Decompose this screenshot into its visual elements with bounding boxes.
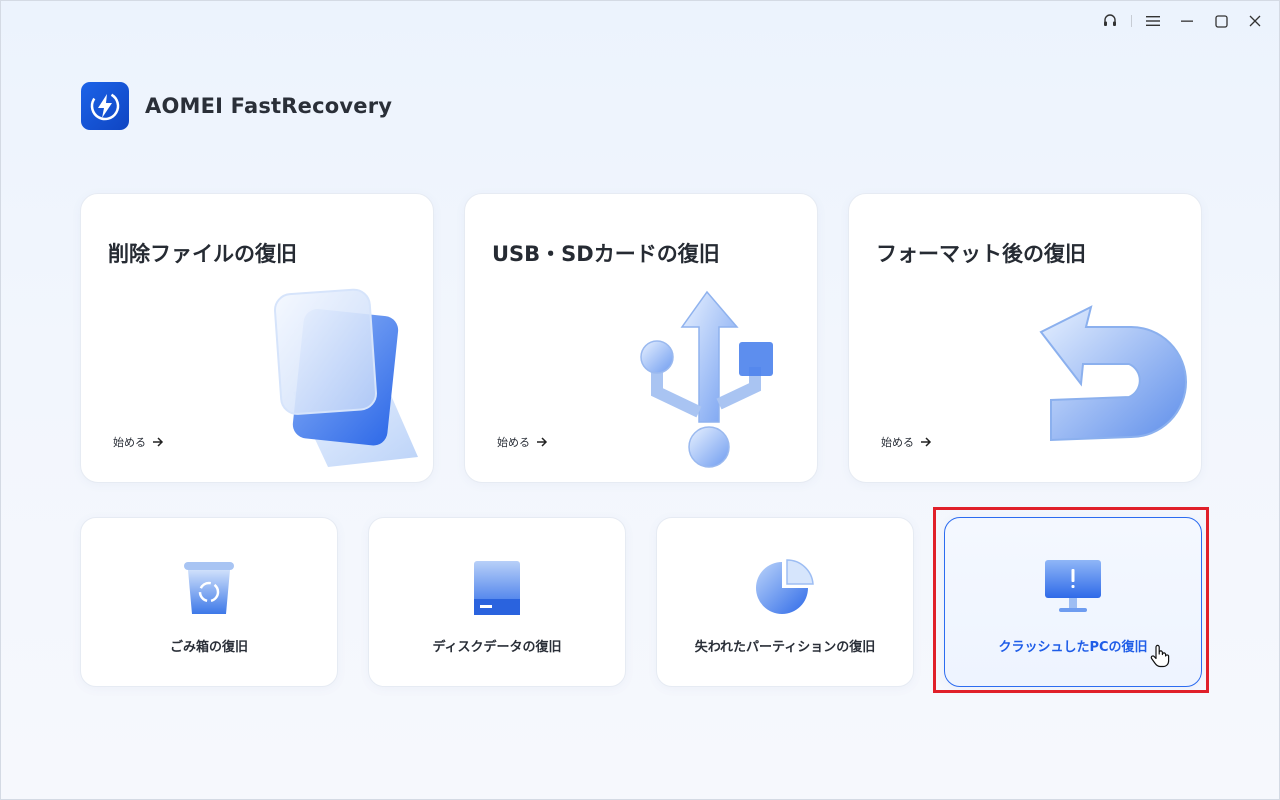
file-stack-icon — [274, 288, 418, 467]
menu-icon[interactable] — [1136, 8, 1170, 34]
window-controls — [1093, 8, 1272, 34]
pie-partition-icon — [753, 556, 817, 620]
card-title: 削除ファイルの復旧 — [108, 242, 297, 266]
control-divider — [1131, 15, 1132, 27]
start-link[interactable]: 始める — [881, 434, 932, 450]
card-lost-partition-recovery[interactable]: 失われたパーティションの復旧 — [656, 517, 914, 687]
card-title: USB・SDカードの復旧 — [492, 242, 720, 266]
maximize-icon[interactable] — [1204, 8, 1238, 34]
card-disk-data-recovery[interactable]: ディスクデータの復旧 — [368, 517, 626, 687]
card-title: フォーマット後の復旧 — [876, 242, 1086, 266]
start-label: 始める — [497, 436, 530, 449]
card-label: ごみ箱の復旧 — [169, 640, 248, 655]
arrow-right-icon — [536, 437, 548, 447]
start-label: 始める — [113, 436, 146, 449]
start-link[interactable]: 始める — [113, 434, 164, 450]
arrow-right-icon — [920, 437, 932, 447]
app-logo-area: AOMEI FastRecovery — [81, 82, 392, 130]
usb-symbol-icon — [640, 290, 773, 468]
close-icon[interactable] — [1238, 8, 1272, 34]
hand-cursor-icon — [1150, 644, 1170, 672]
support-headset-icon[interactable] — [1093, 8, 1127, 34]
hard-disk-icon — [465, 556, 529, 620]
app-title: AOMEI FastRecovery — [145, 94, 393, 118]
recycle-bin-icon — [177, 556, 241, 620]
card-deleted-file-recovery[interactable]: 削除ファイルの復旧 始める — [80, 193, 434, 483]
minimize-icon[interactable] — [1170, 8, 1204, 34]
card-label: ディスクデータの復旧 — [432, 640, 562, 655]
return-arrow-icon — [1039, 305, 1187, 442]
card-usb-sd-recovery[interactable]: USB・SDカードの復旧 始める — [464, 193, 818, 483]
card-formatted-recovery[interactable]: フォーマット後の復旧 始める — [848, 193, 1202, 483]
card-label: 失われたパーティションの復旧 — [694, 640, 876, 655]
start-label: 始める — [881, 436, 914, 449]
app-logo-icon — [81, 82, 129, 130]
arrow-right-icon — [152, 437, 164, 447]
card-recycle-bin-recovery[interactable]: ごみ箱の復旧 — [80, 517, 338, 687]
monitor-alert-icon — [1041, 556, 1105, 620]
start-link[interactable]: 始める — [497, 434, 548, 450]
